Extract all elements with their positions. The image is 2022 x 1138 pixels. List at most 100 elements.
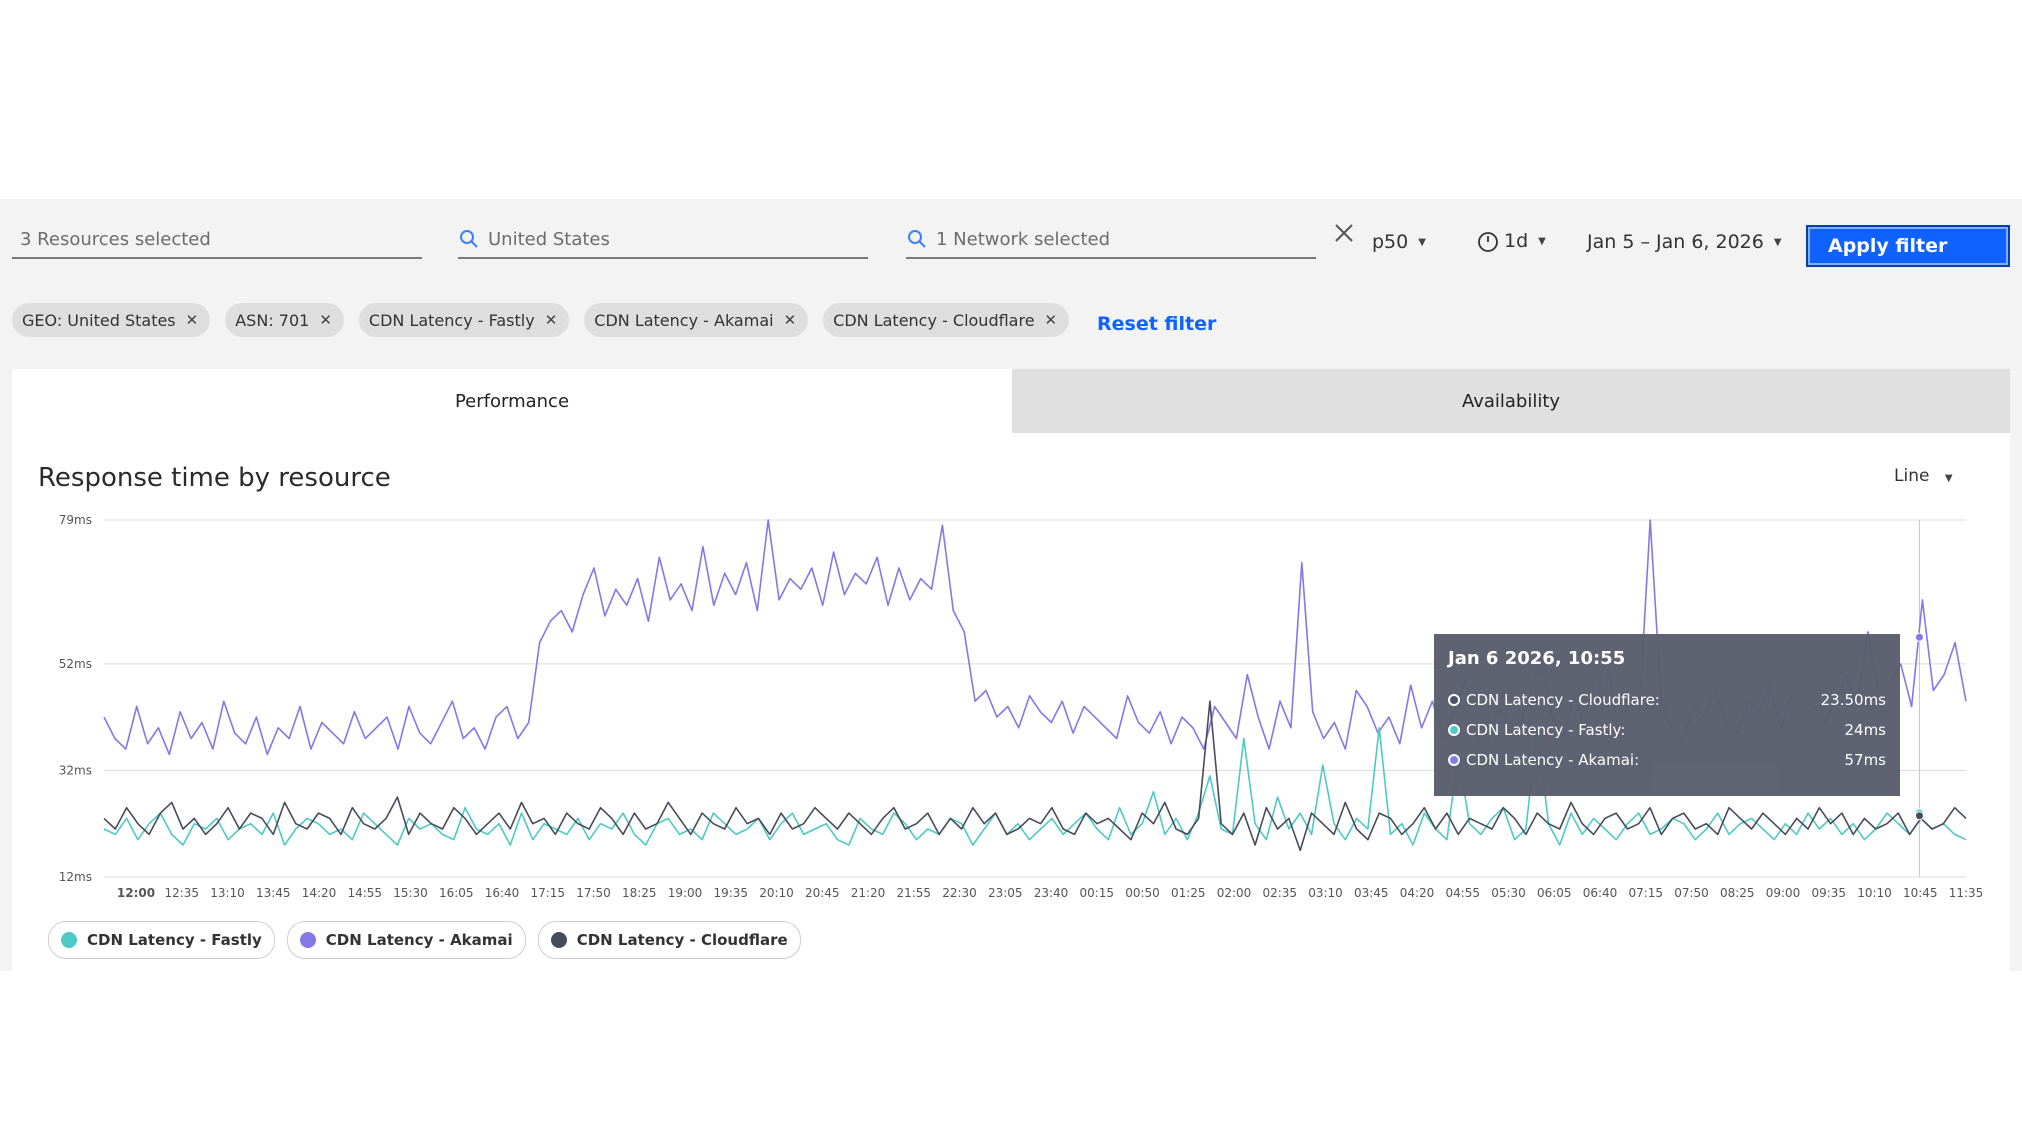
x-tick-label: 18:25	[622, 886, 657, 900]
search-icon	[906, 228, 928, 250]
chart-tooltip: Jan 6 2026, 10:55 CDN Latency - Cloudfla…	[1434, 634, 1900, 796]
x-tick-label: 09:00	[1766, 886, 1801, 900]
legend-item-akamai[interactable]: CDN Latency - Akamai	[286, 921, 526, 959]
clock-icon	[1476, 229, 1500, 253]
legend-item-cloudflare[interactable]: CDN Latency - Cloudflare	[537, 921, 801, 959]
x-tick-label: 03:45	[1354, 886, 1389, 900]
filter-chips: GEO: United States ✕ ASN: 701 ✕ CDN Latenc…	[12, 303, 1084, 337]
caret-down-icon: ▼	[1773, 236, 1782, 248]
tooltip-row: CDN Latency - Akamai: 57ms	[1448, 745, 1886, 775]
x-tick-label: 16:40	[485, 886, 520, 900]
y-tick-label: 79ms	[59, 513, 92, 527]
apply-filter-button[interactable]: Apply filter	[1806, 225, 2010, 267]
x-tick-label: 10:45	[1903, 886, 1938, 900]
filter-chip[interactable]: CDN Latency - Akamai ✕	[584, 303, 809, 337]
x-tick-label: 07:15	[1628, 886, 1663, 900]
x-tick-label: 10:10	[1857, 886, 1892, 900]
tooltip-label: CDN Latency - Cloudflare:	[1466, 691, 1660, 709]
x-tick-label: 17:15	[530, 886, 565, 900]
x-tick-label: 06:05	[1537, 886, 1572, 900]
hover-point	[1914, 632, 1924, 642]
filter-chip[interactable]: GEO: United States ✕	[12, 303, 211, 337]
network-search-field[interactable]: 1 Network selected	[906, 221, 1316, 259]
tooltip-row: CDN Latency - Fastly: 24ms	[1448, 715, 1886, 745]
app-container: 3 Resources selected United States 1 Net…	[0, 199, 2022, 971]
legend-label: CDN Latency - Akamai	[325, 931, 513, 949]
x-tick-label: 15:30	[393, 886, 428, 900]
x-tick-label: 21:20	[851, 886, 886, 900]
y-tick-label: 32ms	[59, 763, 92, 777]
close-icon[interactable]: ✕	[319, 311, 332, 329]
x-tick-label: 19:35	[713, 886, 748, 900]
caret-down-icon: ▼	[1538, 235, 1546, 247]
chip-label: ASN: 701	[235, 310, 310, 330]
x-tick-label: 17:50	[576, 886, 611, 900]
clear-filters-icon[interactable]	[1330, 219, 1358, 247]
x-tick-label: 04:55	[1445, 886, 1480, 900]
interval-value: 1d	[1504, 230, 1529, 252]
geo-value: United States	[488, 228, 610, 250]
resources-field[interactable]: 3 Resources selected	[12, 221, 422, 259]
tooltip-value: 57ms	[1844, 751, 1886, 769]
tab-label: Performance	[454, 390, 570, 412]
x-tick-label: 23:05	[988, 886, 1023, 900]
date-range-dropdown[interactable]: Jan 5 – Jan 6, 2026 ▼	[1587, 231, 1782, 253]
filter-chip[interactable]: CDN Latency - Fastly ✕	[358, 303, 570, 337]
chip-label: CDN Latency - Akamai	[594, 310, 774, 330]
resources-value: 3 Resources selected	[20, 228, 211, 250]
filter-chip[interactable]: ASN: 701 ✕	[225, 303, 344, 337]
geo-search-field[interactable]: United States	[458, 221, 868, 259]
x-tick-label: 09:35	[1811, 886, 1846, 900]
legend-item-fastly[interactable]: CDN Latency - Fastly	[48, 921, 275, 959]
x-tick-label: 20:10	[759, 886, 794, 900]
x-tick-label: 08:25	[1720, 886, 1755, 900]
x-tick-label: 11:35	[1949, 886, 1984, 900]
close-icon[interactable]: ✕	[545, 311, 558, 329]
percentile-value: p50	[1372, 231, 1409, 253]
chip-label: CDN Latency - Fastly	[368, 310, 535, 330]
x-tick-label: 04:20	[1400, 886, 1435, 900]
legend-label: CDN Latency - Cloudflare	[576, 931, 788, 949]
legend-swatch	[299, 932, 316, 948]
search-icon	[458, 228, 480, 250]
close-icon[interactable]: ✕	[186, 311, 199, 329]
tab-label: Availability	[1461, 390, 1561, 412]
date-range-value: Jan 5 – Jan 6, 2026	[1587, 231, 1764, 253]
tab-performance[interactable]: Performance	[12, 369, 1012, 433]
filter-chip[interactable]: CDN Latency - Cloudflare ✕	[823, 303, 1070, 337]
x-tick-label: 07:50	[1674, 886, 1709, 900]
x-tick-label: 16:05	[439, 886, 474, 900]
tooltip-value: 24ms	[1844, 721, 1886, 739]
x-tick-label: 19:00	[668, 886, 703, 900]
tooltip-label: CDN Latency - Akamai:	[1466, 751, 1640, 769]
tooltip-label: CDN Latency - Fastly:	[1466, 721, 1626, 739]
x-tick-label: 00:50	[1125, 886, 1160, 900]
x-tick-label: 22:30	[942, 886, 977, 900]
tooltip-swatch	[1448, 754, 1460, 766]
legend-label: CDN Latency - Fastly	[87, 931, 262, 949]
y-tick-label: 12ms	[59, 870, 92, 884]
tooltip-title: Jan 6 2026, 10:55	[1448, 648, 1626, 669]
x-tick-label: 14:20	[302, 886, 337, 900]
x-tick-label: 02:35	[1262, 886, 1297, 900]
y-tick-label: 52ms	[59, 657, 92, 671]
x-tick-label: 23:40	[1034, 886, 1069, 900]
x-tick-label: 02:00	[1217, 886, 1252, 900]
chip-label: GEO: United States	[22, 310, 176, 330]
hover-point	[1914, 811, 1924, 821]
chart-legend: CDN Latency - Fastly CDN Latency - Akama…	[48, 921, 813, 959]
percentile-dropdown[interactable]: p50 ▼	[1372, 231, 1426, 253]
x-tick-label: 20:45	[805, 886, 840, 900]
close-icon[interactable]: ✕	[784, 311, 797, 329]
interval-dropdown[interactable]: 1d ▼	[1476, 229, 1546, 253]
reset-filter-link[interactable]: Reset filter	[1097, 313, 1216, 335]
close-icon[interactable]: ✕	[1045, 311, 1058, 329]
x-tick-label: 13:45	[256, 886, 291, 900]
tab-availability[interactable]: Availability	[1012, 369, 2010, 433]
chip-label: CDN Latency - Cloudflare	[833, 310, 1035, 330]
x-tick-label: 06:40	[1583, 886, 1618, 900]
apply-filter-label: Apply filter	[1828, 235, 1948, 257]
network-value: 1 Network selected	[936, 228, 1111, 250]
x-tick-label: 03:10	[1308, 886, 1343, 900]
x-tick-label: 12:35	[164, 886, 199, 900]
